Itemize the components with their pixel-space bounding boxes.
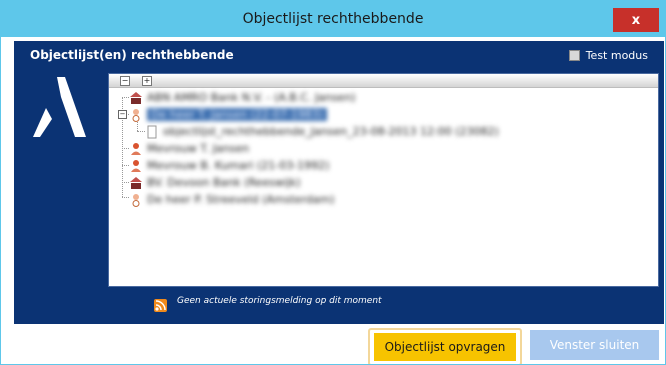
window-title: Objectlijst rechthebbende xyxy=(242,11,424,27)
test-mode-label: Test modus xyxy=(585,49,648,62)
tree-connector xyxy=(122,165,129,166)
request-objectlist-button-focus[interactable]: Objectlijst opvragen xyxy=(368,328,522,364)
person-male-icon xyxy=(132,108,140,122)
request-objectlist-button[interactable]: Objectlijst opvragen xyxy=(374,333,516,361)
test-mode-toggle[interactable]: Test modus xyxy=(568,49,648,62)
close-window-button[interactable]: Venster sluiten xyxy=(530,330,659,360)
tree-item[interactable]: De heer P. Streeveld (Amsterdam) xyxy=(129,191,335,208)
dialog-window: Objectlijst rechthebbende x Objectlijst(… xyxy=(0,0,666,365)
collapse-all-button[interactable]: − xyxy=(120,76,130,86)
rss-icon[interactable] xyxy=(154,299,167,312)
tree-item[interactable]: BV. Devoon Bank (Reeswijk) xyxy=(129,174,301,191)
tree-item-label: Mevrouw B. Kumari (21-03-1992) xyxy=(147,159,330,172)
bank-icon xyxy=(130,91,142,104)
person-male-icon xyxy=(132,193,140,207)
expand-all-button[interactable]: + xyxy=(142,76,152,86)
status-message: Geen actuele storingsmelding op dit mome… xyxy=(177,295,382,306)
tree-item-selected[interactable]: De heer T. Jansen (22-07-1983) xyxy=(129,106,328,123)
tree-view[interactable]: − + ABN AMRO Bank N.V. - (A.B.C. Jansen) xyxy=(108,73,659,287)
bank-icon xyxy=(130,176,142,189)
tree-item[interactable]: Mevrouw B. Kumari (21-03-1992) xyxy=(129,157,329,174)
content-panel: Objectlijst(en) rechthebbende Test modus… xyxy=(14,41,664,324)
tree-item-label: Mevrouw T. Jansen xyxy=(147,142,250,155)
tree-connector xyxy=(137,131,145,132)
tree-item-label: objectlijst_rechthebbende_Jansen_23-08-2… xyxy=(163,125,499,138)
person-female-icon xyxy=(131,142,141,155)
test-mode-checkbox[interactable] xyxy=(568,50,580,61)
tree-item-label: ABN AMRO Bank N.V. - (A.B.C. Jansen) xyxy=(147,91,356,104)
tree-connector xyxy=(122,182,129,183)
button-bar: Objectlijst opvragen Venster sluiten xyxy=(1,324,665,364)
document-icon xyxy=(147,125,157,138)
tree-item[interactable]: objectlijst_rechthebbende_Jansen_23-08-2… xyxy=(145,123,499,140)
tree-connector xyxy=(122,197,129,198)
status-bar: Geen actuele storingsmelding op dit mome… xyxy=(154,294,382,312)
tree-item-label: BV. Devoon Bank (Reeswijk) xyxy=(147,176,301,189)
brand-logo-icon xyxy=(33,77,86,137)
tree-expander[interactable]: − xyxy=(118,110,127,119)
tree-connector xyxy=(122,148,129,149)
tree-connector xyxy=(137,122,138,131)
tree-item[interactable]: Mevrouw T. Jansen xyxy=(129,140,249,157)
tree-item-label: De heer T. Jansen (22-07-1983) xyxy=(147,108,328,121)
title-bar[interactable]: Objectlijst rechthebbende x xyxy=(1,1,665,37)
tree-toolbar: − + xyxy=(109,74,658,88)
tree-item[interactable]: ABN AMRO Bank N.V. - (A.B.C. Jansen) xyxy=(129,89,356,106)
person-female-icon xyxy=(131,159,141,172)
close-button[interactable]: x xyxy=(613,8,659,32)
tree-connector xyxy=(122,97,129,98)
panel-header: Objectlijst(en) rechthebbende xyxy=(30,48,234,62)
tree-item-label: De heer P. Streeveld (Amsterdam) xyxy=(147,193,335,206)
